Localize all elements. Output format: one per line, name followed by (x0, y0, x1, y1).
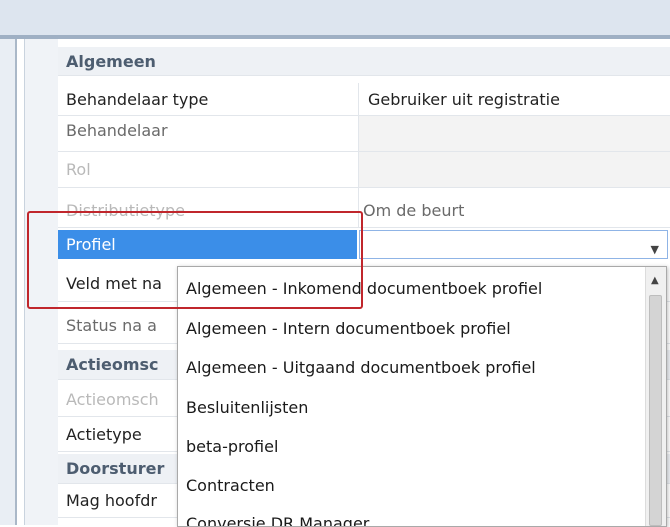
row-behandelaar[interactable]: Behandelaar (58, 116, 670, 152)
column-separator (358, 152, 359, 187)
dropdown-option[interactable]: Algemeen - Intern documentboek profiel (186, 319, 511, 338)
dropdown-option[interactable]: beta-profiel (186, 437, 278, 456)
column-separator (358, 116, 359, 151)
profiel-combobox[interactable]: ▼ (359, 230, 668, 259)
scroll-up-arrow-icon[interactable]: ▲ (651, 275, 659, 286)
section-header-algemeen[interactable]: Algemeen (58, 47, 670, 76)
left-gutter (0, 39, 15, 525)
row-value: Om de beurt (363, 201, 465, 220)
dropdown-option[interactable]: Besluitenlijsten (186, 398, 308, 417)
row-label: Rol (66, 160, 91, 179)
dropdown-option[interactable]: Algemeen - Uitgaand documentboek profiel (186, 358, 536, 377)
chevron-down-icon[interactable]: ▼ (651, 235, 659, 264)
section-title: Actieomsc (66, 355, 159, 374)
row-behandelaar-type[interactable]: Behandelaar type Gebruiker uit registrat… (58, 83, 670, 116)
row-value[interactable]: Gebruiker uit registratie (368, 83, 560, 116)
disabled-value-cell (359, 152, 670, 187)
row-rol: Rol (58, 152, 670, 188)
row-label: Actieomsch (66, 390, 159, 409)
disabled-value-cell (359, 116, 670, 151)
section-title: Algemeen (66, 52, 156, 71)
row-label: Mag hoofdr (66, 491, 157, 510)
column-separator (358, 83, 359, 115)
row-label: Status na a (66, 316, 157, 335)
scrollbar-thumb[interactable] (649, 295, 662, 526)
dropdown-option[interactable]: Contracten (186, 476, 275, 495)
row-label: Behandelaar (66, 121, 168, 140)
row-label: Behandelaar type (66, 90, 209, 109)
left-border (15, 39, 17, 525)
window-top-bar (0, 0, 670, 35)
section-title: Doorsturer (66, 459, 165, 478)
row-label: Actietype (66, 425, 142, 444)
dropdown-option[interactable]: Conversie DR Manager (186, 514, 369, 526)
dropdown-scrollbar[interactable]: ▲ (645, 267, 666, 526)
annotation-highlight-box (27, 211, 363, 309)
